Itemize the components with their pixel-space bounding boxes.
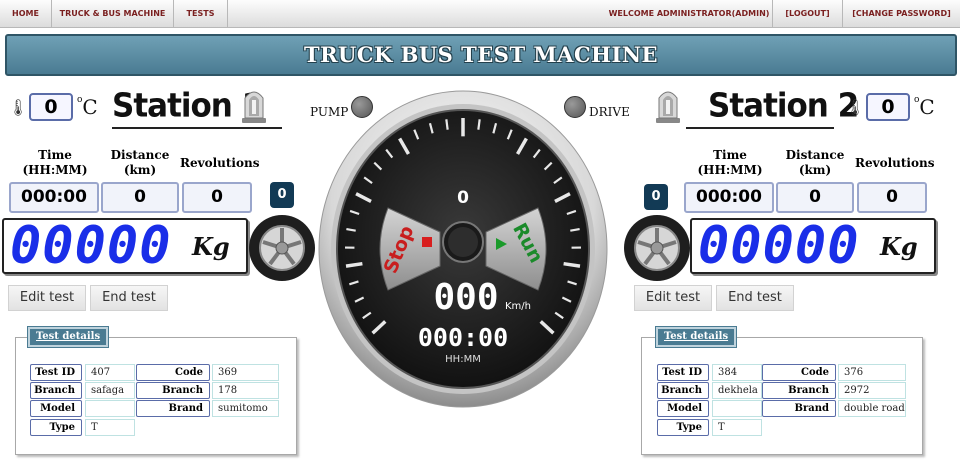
station2-revolutions-value: 0 (857, 182, 927, 213)
nav-tests[interactable]: TESTS (174, 0, 228, 28)
nav-logout[interactable]: [LOGOUT] (772, 0, 842, 28)
station2-wheel-badge: 0 (644, 184, 668, 210)
station2-underline (686, 127, 834, 129)
station2-weight-unit: Kg (880, 232, 918, 261)
station1-end-test-button[interactable]: End test (90, 285, 168, 311)
station1-type-value: T (85, 419, 135, 436)
station1-time-value: 000:00 (9, 182, 99, 213)
station2-weight-display: 00000 Kg (690, 218, 936, 274)
gauge-speed-value: 000 (433, 277, 498, 318)
station1-label-model: Model (30, 400, 82, 417)
station2-wheel-icon (624, 215, 690, 281)
station1-label-brand: Brand (136, 400, 210, 417)
station1-label-test-id: Test ID (30, 364, 82, 381)
station2-type-value: T (712, 419, 762, 436)
station1-temp-unit: oC (77, 95, 98, 119)
thermometer-icon: 🌡 (845, 98, 866, 117)
station2-edit-test-button[interactable]: Edit test (634, 285, 712, 311)
station1-code-value: 369 (212, 364, 279, 381)
station1-time-header: Time (HH:MM) (22, 148, 88, 177)
station2-label-brand: Brand (762, 400, 836, 417)
station2-label-branch: Branch (657, 382, 709, 399)
station2-label-model: Model (657, 400, 709, 417)
page-title: TRUCK BUS TEST MACHINE (5, 34, 957, 76)
gauge-speed-unit: Km/h (505, 301, 531, 312)
gauge-top-value: 0 (457, 188, 469, 208)
station2-label-test-id: Test ID (657, 364, 709, 381)
station1-weight-unit: Kg (192, 232, 230, 261)
stop-icon (422, 237, 432, 247)
station1-distance-value: 0 (101, 182, 179, 213)
station2-brand-value: double road (838, 400, 906, 417)
station2-test-id-value: 384 (712, 364, 762, 381)
station2-title: Station 2 (708, 87, 859, 125)
station2-distance-value: 0 (776, 182, 854, 213)
station2-temp-unit: oC (914, 95, 935, 119)
station2-branch-value: dekhela (712, 382, 762, 399)
station2-branch-code-value: 2972 (838, 382, 906, 399)
station1-brand-value: sumitomo (212, 400, 279, 417)
thermometer-icon: 🌡 (8, 98, 29, 117)
station2-time-header: Time (HH:MM) (697, 148, 763, 177)
siren-icon (242, 91, 266, 123)
page-root: HOME TRUCK & BUS MACHINE TESTS WELCOME A… (0, 0, 960, 471)
station2-distance-header: Distance (km) (785, 148, 845, 177)
station2-weight-value: 00000 (698, 218, 860, 274)
station1-branch-code-value: 178 (212, 382, 279, 399)
station1-weight-value: 00000 (10, 218, 172, 274)
gauge-tick (445, 119, 449, 130)
station2-end-test-button[interactable]: End test (716, 285, 794, 311)
station1-details-tab[interactable]: Test details (26, 326, 110, 348)
station1-branch-value: safaga (85, 382, 135, 399)
station1-test-id-value: 407 (85, 364, 135, 381)
station1-underline (112, 127, 282, 129)
gauge-tick (345, 261, 363, 268)
station1-label-code: Code (136, 364, 210, 381)
station2-code-value: 376 (838, 364, 906, 381)
station1-wheel-badge: 0 (270, 182, 294, 208)
nav-truck-bus-machine[interactable]: TRUCK & BUS MACHINE (52, 0, 174, 28)
nav-welcome: WELCOME ADMINISTRATOR(ADMIN) (608, 9, 770, 18)
nav-home[interactable]: HOME (0, 0, 52, 28)
speedometer-gauge: Stop Run 0 000 Km/h 000:00 HH:MM (318, 90, 608, 408)
station2-model-value (712, 400, 762, 417)
station1-edit-test-button[interactable]: Edit test (8, 285, 86, 311)
gauge-tick (477, 119, 481, 130)
station2-label-code: Code (762, 364, 836, 381)
station1-revolutions-header: Revolutions (180, 156, 260, 170)
top-nav: HOME TRUCK & BUS MACHINE TESTS WELCOME A… (0, 0, 960, 28)
station1-label-type: Type (30, 419, 82, 436)
station1-label-branch-code: Branch code (136, 382, 210, 411)
gauge-tick (563, 261, 581, 268)
station1-label-branch: Branch (30, 382, 82, 399)
gauge-time-value: 000:00 (418, 323, 508, 352)
gauge-time-unit: HH:MM (445, 354, 481, 365)
siren-icon (656, 91, 680, 123)
station2-time-value: 000:00 (684, 182, 774, 213)
station2-label-type: Type (657, 419, 709, 436)
station1-revolutions-value: 0 (182, 182, 252, 213)
station2-label-branch-code: Branch code (762, 382, 836, 411)
station2-temperature: 0 (866, 93, 910, 121)
station1-distance-header: Distance (km) (110, 148, 170, 177)
station1-wheel-icon (249, 215, 315, 281)
station1-model-value (85, 400, 135, 417)
station2-details-tab[interactable]: Test details (654, 326, 738, 348)
nav-change-password[interactable]: [CHANGE PASSWORD] (842, 0, 960, 28)
station2-revolutions-header: Revolutions (855, 156, 935, 170)
station1-temperature: 0 (29, 93, 73, 121)
station1-weight-display: 00000 Kg (2, 218, 248, 274)
